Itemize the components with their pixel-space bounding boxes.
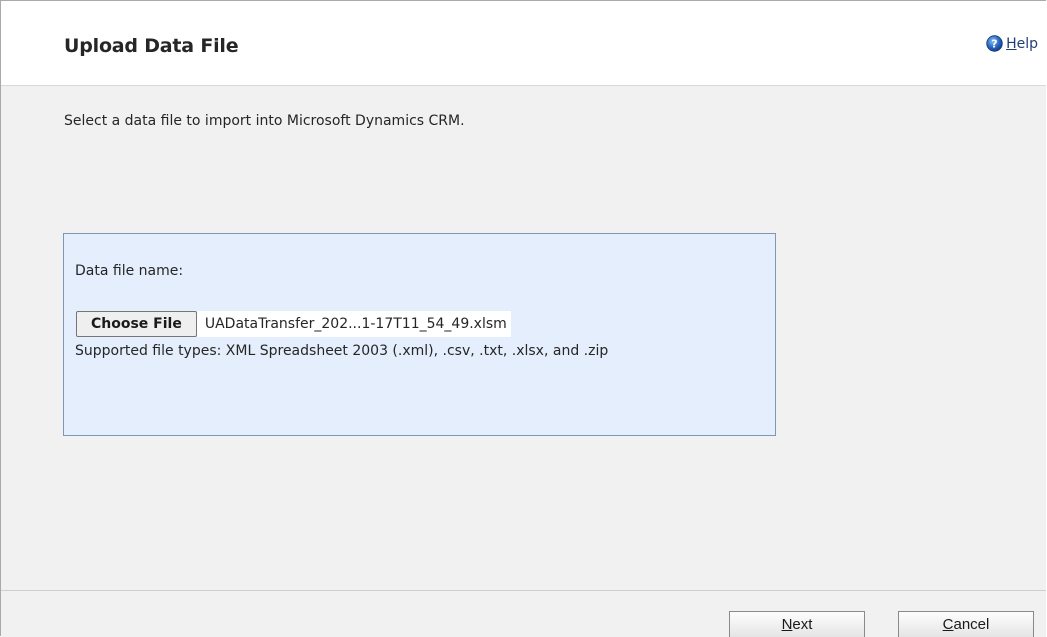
dialog-footer: Next Cancel [1,590,1046,637]
help-link[interactable]: ? Help [986,35,1038,52]
file-input[interactable]: Choose File UADataTransfer_202...1-17T11… [76,311,511,337]
help-label[interactable]: Help [1006,36,1038,52]
dialog-title: Upload Data File [64,35,239,57]
next-access-key: N [781,616,793,633]
instruction-text: Select a data file to import into Micros… [64,113,465,129]
next-label-rest: ext [792,616,813,633]
dialog-header: Upload Data File ? Help [1,1,1046,85]
next-button[interactable]: Next [729,611,865,637]
selected-file-name: UADataTransfer_202...1-17T11_54_49.xlsm [196,311,511,337]
supported-file-types: Supported file types: XML Spreadsheet 20… [75,343,609,359]
header-divider [1,85,1046,86]
help-icon: ? [986,35,1003,52]
upload-data-file-dialog: Upload Data File ? Help Select a data fi… [0,0,1046,637]
help-access-key: H [1006,35,1017,52]
svg-text:?: ? [991,38,997,51]
upload-panel: Data file name: Choose File UADataTransf… [63,233,776,436]
cancel-access-key: C [942,616,954,633]
data-file-name-label: Data file name: [75,263,184,279]
cancel-button[interactable]: Cancel [898,611,1034,637]
cancel-label-rest: ancel [953,616,990,633]
choose-file-button[interactable]: Choose File [76,311,197,337]
dialog-body: Select a data file to import into Micros… [1,85,1046,590]
help-label-rest: elp [1016,35,1038,52]
